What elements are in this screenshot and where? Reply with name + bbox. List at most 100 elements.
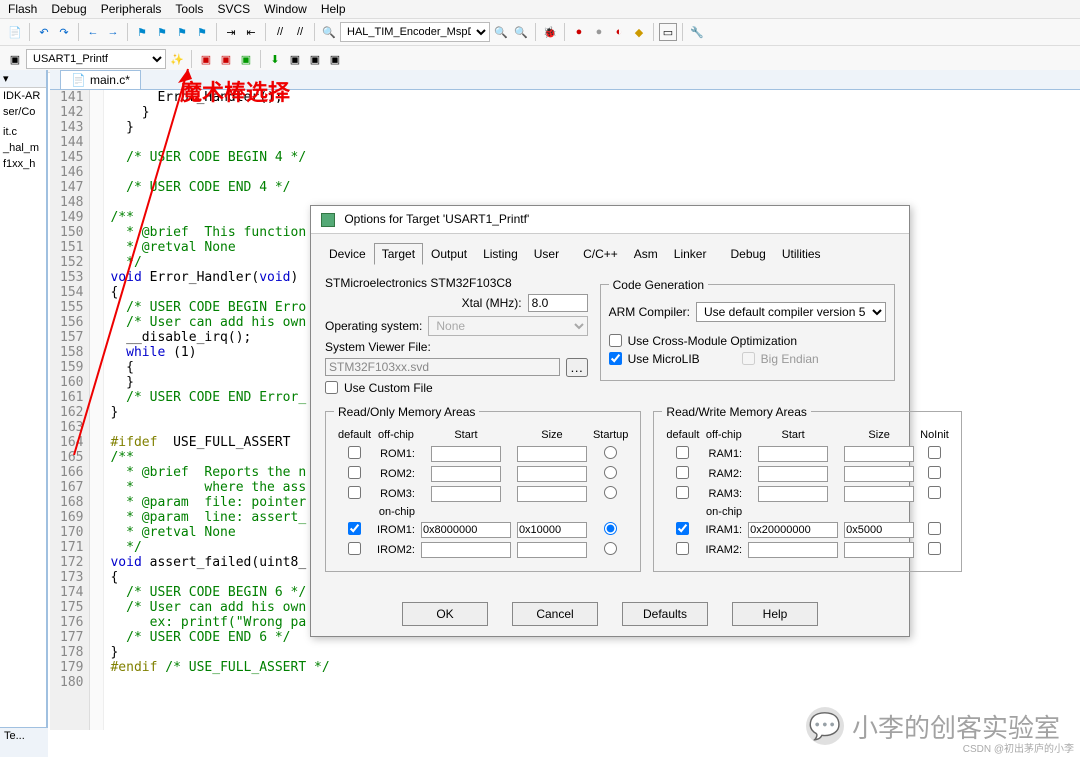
project-pane[interactable]: ▾ IDK-ARser/Coit.c_hal_mf1xx_h [0,70,48,757]
mem-opt[interactable] [928,522,941,535]
mem-default-check[interactable] [676,446,689,459]
mem-size[interactable] [517,522,587,538]
mem-opt[interactable] [928,542,941,555]
mem-opt[interactable] [604,466,617,479]
svf-browse[interactable]: … [566,358,588,377]
debug-icon[interactable]: 🐞 [541,23,559,41]
mem-start[interactable] [748,542,838,558]
mem-size[interactable] [844,446,914,462]
editor-tab-main[interactable]: 📄 main.c* [60,70,141,89]
defaults-button[interactable]: Defaults [622,602,708,626]
books-icon[interactable]: ▣ [326,50,344,68]
mem-size[interactable] [517,486,587,502]
mem-default-check[interactable] [676,542,689,555]
cross-module-check[interactable] [609,334,622,347]
mem-start[interactable] [758,446,828,462]
find-icon[interactable]: 🔍 [320,23,338,41]
mem-start[interactable] [431,466,501,482]
mem-start[interactable] [431,446,501,462]
mem-size[interactable] [517,542,587,558]
download-icon[interactable]: ⬇ [266,50,284,68]
breakpoint-kill-icon[interactable]: ◆ [630,23,648,41]
options-wand-icon[interactable]: ✨ [168,50,186,68]
bookmark-clear-icon[interactable]: ⚑ [193,23,211,41]
project-icon[interactable]: ▣ [6,50,24,68]
mem-default-check[interactable] [348,486,361,499]
configure-icon[interactable]: 🔧 [688,23,706,41]
rebuild-icon[interactable]: ▣ [217,50,235,68]
mem-start[interactable] [421,542,511,558]
mem-start[interactable] [421,522,511,538]
help-button[interactable]: Help [732,602,818,626]
tab-target[interactable]: Target [374,243,423,265]
mem-opt[interactable] [604,486,617,499]
mem-size[interactable] [517,446,587,462]
tree-item[interactable]: ser/Co [0,104,46,120]
tree-item[interactable]: f1xx_h [0,156,46,172]
tab-user[interactable]: User [526,243,567,265]
tree-item[interactable]: it.c [0,124,46,140]
outdent-icon[interactable]: ⇤ [242,23,260,41]
mem-opt[interactable] [928,486,941,499]
menu-flash[interactable]: Flash [8,2,37,16]
indent-icon[interactable]: ⇥ [222,23,240,41]
breakpoint-gray-icon[interactable]: ● [590,23,608,41]
window-icon[interactable]: ▭ [659,23,677,41]
tree-item[interactable]: IDK-AR [0,88,46,104]
undo-icon[interactable]: ↶ [35,23,53,41]
mem-start[interactable] [431,486,501,502]
mem-size[interactable] [844,542,914,558]
find-next-icon[interactable]: 🔍 [492,23,510,41]
menu-peripherals[interactable]: Peripherals [101,2,162,16]
menu-tools[interactable]: Tools [175,2,203,16]
mem-start[interactable] [748,522,838,538]
compiler-select[interactable]: Use default compiler version 5 [696,302,886,322]
bottom-tab[interactable]: Te... [0,727,48,757]
manage-icon[interactable]: ▣ [306,50,324,68]
tab-listing[interactable]: Listing [475,243,526,265]
mem-default-check[interactable] [676,466,689,479]
mem-size[interactable] [844,466,914,482]
mem-default-check[interactable] [348,446,361,459]
build-icon[interactable]: ▣ [197,50,215,68]
mem-size[interactable] [844,486,914,502]
bookmark-next-icon[interactable]: ⚑ [173,23,191,41]
tab-device[interactable]: Device [321,243,374,265]
mem-default-check[interactable] [348,542,361,555]
mem-opt[interactable] [604,522,617,535]
target-select[interactable]: USART1_Printf [26,49,166,69]
breakpoint-disable-icon[interactable]: ◐ [610,23,628,41]
back-icon[interactable]: ← [84,23,102,41]
redo-icon[interactable]: ↷ [55,23,73,41]
comment-icon[interactable]: // [271,23,289,41]
tab-output[interactable]: Output [423,243,475,265]
mem-opt[interactable] [604,446,617,459]
mem-start[interactable] [758,466,828,482]
mem-default-check[interactable] [676,522,689,535]
menu-svcs[interactable]: SVCS [217,2,250,16]
bookmark-icon[interactable]: ⚑ [133,23,151,41]
mem-size[interactable] [844,522,914,538]
batch-build-icon[interactable]: ▣ [237,50,255,68]
new-icon[interactable]: 📄 [6,23,24,41]
options-icon[interactable]: ▣ [286,50,304,68]
tab-asm[interactable]: Asm [626,243,666,265]
mem-opt[interactable] [604,542,617,555]
menu-window[interactable]: Window [264,2,307,16]
forward-icon[interactable]: → [104,23,122,41]
mem-start[interactable] [758,486,828,502]
tab-linker[interactable]: Linker [666,243,715,265]
bookmark-prev-icon[interactable]: ⚑ [153,23,171,41]
xtal-input[interactable] [528,294,588,312]
menu-help[interactable]: Help [321,2,346,16]
mem-size[interactable] [517,466,587,482]
find-combo[interactable]: HAL_TIM_Encoder_MspD [340,22,490,42]
mem-default-check[interactable] [348,466,361,479]
cancel-button[interactable]: Cancel [512,602,598,626]
mem-opt[interactable] [928,446,941,459]
custom-file-check[interactable] [325,381,338,394]
find-prev-icon[interactable]: 🔍 [512,23,530,41]
mem-default-check[interactable] [348,522,361,535]
tree-item[interactable]: _hal_m [0,140,46,156]
tab-debug[interactable]: Debug [722,243,773,265]
